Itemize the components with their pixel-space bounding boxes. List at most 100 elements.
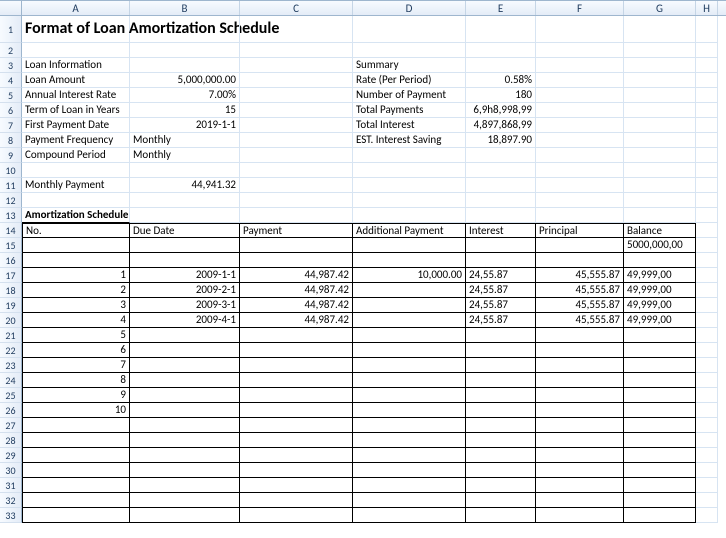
cell[interactable] xyxy=(240,16,353,43)
cell[interactable] xyxy=(696,418,718,433)
cell-no[interactable]: 3 xyxy=(22,298,130,313)
compound-period-value[interactable]: Monthly xyxy=(130,148,240,163)
row-header[interactable]: 18 xyxy=(0,283,22,298)
cell[interactable] xyxy=(696,268,718,283)
row-header[interactable]: 7 xyxy=(0,118,22,133)
cell[interactable] xyxy=(22,193,130,208)
cell[interactable] xyxy=(624,253,696,268)
cell[interactable] xyxy=(353,478,466,493)
cell-principal[interactable]: 45,555.87 xyxy=(536,298,624,313)
row-header[interactable]: 22 xyxy=(0,343,22,358)
num-payment-label[interactable]: Number of Payment xyxy=(353,88,466,103)
row-header[interactable]: 10 xyxy=(0,163,22,178)
cell[interactable] xyxy=(240,43,353,58)
row-header[interactable]: 6 xyxy=(0,103,22,118)
cell[interactable] xyxy=(466,43,536,58)
cell[interactable] xyxy=(240,448,353,463)
cell[interactable] xyxy=(22,163,130,178)
cell[interactable] xyxy=(536,16,624,43)
cell[interactable] xyxy=(130,16,240,43)
cell[interactable] xyxy=(240,208,353,223)
cell[interactable] xyxy=(696,223,718,238)
annual-rate-label[interactable]: Annual Interest Rate xyxy=(22,88,130,103)
row-header[interactable]: 17 xyxy=(0,268,22,283)
cell-payment[interactable]: 44,987.42 xyxy=(240,283,353,298)
cell[interactable] xyxy=(536,73,624,88)
cell[interactable] xyxy=(696,283,718,298)
cell-no[interactable]: 2 xyxy=(22,283,130,298)
cell[interactable] xyxy=(466,148,536,163)
cell[interactable] xyxy=(353,448,466,463)
cell-balance[interactable] xyxy=(624,358,696,373)
cell[interactable] xyxy=(624,418,696,433)
loan-info-heading[interactable]: Loan Information xyxy=(22,58,130,73)
cell[interactable] xyxy=(536,448,624,463)
cell[interactable] xyxy=(240,418,353,433)
cell[interactable] xyxy=(240,478,353,493)
est-interest-saving-label[interactable]: EST. Interest Saving xyxy=(353,133,466,148)
row-header[interactable]: 32 xyxy=(0,493,22,508)
cell[interactable] xyxy=(466,448,536,463)
cell[interactable] xyxy=(22,418,130,433)
cell[interactable] xyxy=(22,43,130,58)
cell-additional-payment[interactable] xyxy=(353,313,466,328)
summary-heading[interactable]: Summary xyxy=(353,58,466,73)
cell[interactable] xyxy=(696,478,718,493)
cell[interactable] xyxy=(22,253,130,268)
cell[interactable] xyxy=(466,16,536,43)
cell-payment[interactable] xyxy=(240,388,353,403)
cell[interactable] xyxy=(240,493,353,508)
row-header[interactable]: 3 xyxy=(0,58,22,73)
cell[interactable] xyxy=(696,253,718,268)
cell-due-date[interactable]: 2009-3-1 xyxy=(130,298,240,313)
cell[interactable] xyxy=(696,448,718,463)
compound-period-label[interactable]: Compound Period xyxy=(22,148,130,163)
cell[interactable] xyxy=(240,103,353,118)
cell[interactable] xyxy=(696,343,718,358)
col-header-C[interactable]: C xyxy=(240,1,353,15)
cell[interactable] xyxy=(536,418,624,433)
header-principal[interactable]: Principal xyxy=(536,223,624,238)
cell[interactable] xyxy=(466,58,536,73)
cell[interactable] xyxy=(353,508,466,523)
row-header[interactable]: 2 xyxy=(0,43,22,58)
cell[interactable] xyxy=(696,313,718,328)
cell[interactable] xyxy=(624,493,696,508)
cell[interactable] xyxy=(536,478,624,493)
cell[interactable] xyxy=(624,73,696,88)
cell[interactable] xyxy=(624,43,696,58)
cell[interactable] xyxy=(624,103,696,118)
cell[interactable] xyxy=(624,178,696,193)
payment-freq-label[interactable]: Payment Frequency xyxy=(22,133,130,148)
cell-due-date[interactable]: 2009-4-1 xyxy=(130,313,240,328)
row-header[interactable]: 1 xyxy=(0,16,22,43)
cell[interactable] xyxy=(624,433,696,448)
monthly-payment-value[interactable]: 44,941.32 xyxy=(130,178,240,193)
col-header-H[interactable]: H xyxy=(696,1,718,15)
cell[interactable] xyxy=(536,88,624,103)
cell[interactable] xyxy=(22,463,130,478)
cell[interactable] xyxy=(240,73,353,88)
cell-interest[interactable]: 24,55.87 xyxy=(466,283,536,298)
row-header[interactable]: 13 xyxy=(0,208,22,223)
cell[interactable] xyxy=(130,253,240,268)
col-header-F[interactable]: F xyxy=(536,1,624,15)
cell-interest[interactable] xyxy=(466,373,536,388)
cell[interactable] xyxy=(130,433,240,448)
cell-payment[interactable] xyxy=(240,328,353,343)
select-all-corner[interactable] xyxy=(0,1,22,15)
cell[interactable] xyxy=(353,433,466,448)
monthly-payment-label[interactable]: Monthly Payment xyxy=(22,178,130,193)
row-header[interactable]: 26 xyxy=(0,403,22,418)
row-header[interactable]: 25 xyxy=(0,388,22,403)
cell-no[interactable]: 8 xyxy=(22,373,130,388)
cell[interactable] xyxy=(130,43,240,58)
row-header[interactable]: 31 xyxy=(0,478,22,493)
cell-principal[interactable]: 45,555.87 xyxy=(536,268,624,283)
cell[interactable] xyxy=(696,118,718,133)
cell[interactable] xyxy=(624,133,696,148)
term-years-label[interactable]: Term of Loan in Years xyxy=(22,103,130,118)
cell[interactable] xyxy=(466,493,536,508)
cell[interactable] xyxy=(536,508,624,523)
cell[interactable] xyxy=(130,448,240,463)
